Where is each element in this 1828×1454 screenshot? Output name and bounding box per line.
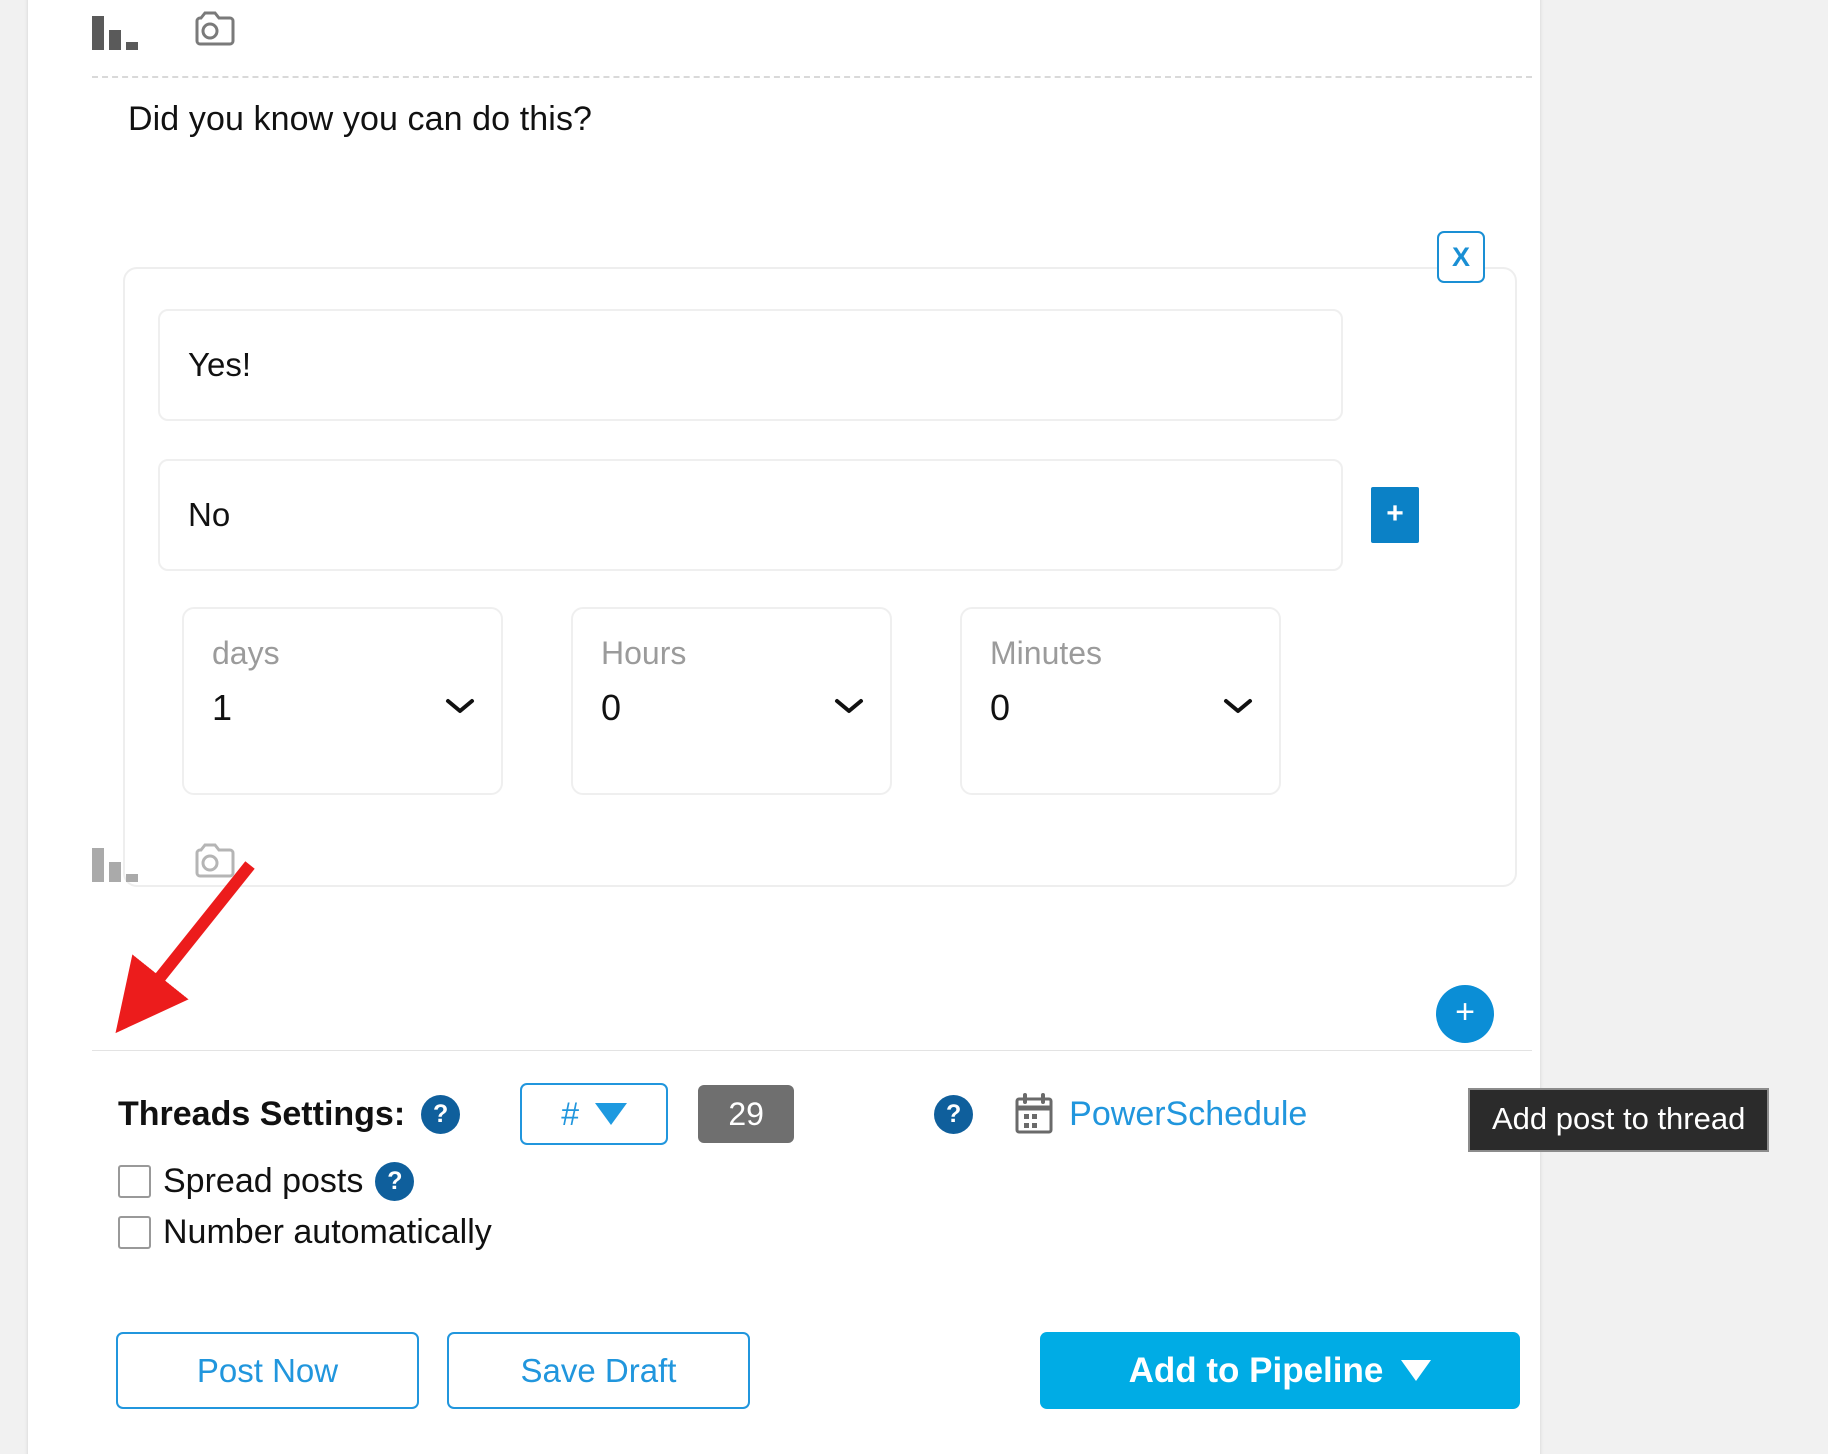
powerschedule-link[interactable]: PowerSchedule bbox=[1069, 1095, 1307, 1134]
chevron-down-icon bbox=[1223, 697, 1253, 715]
spread-posts-help-icon[interactable]: ? bbox=[375, 1162, 415, 1201]
character-count-badge: 29 bbox=[698, 1085, 795, 1143]
poll-duration-hours-label: Hours bbox=[601, 635, 687, 671]
threads-checkbox-group: Spread posts ? Number automatically bbox=[118, 1162, 492, 1264]
number-automatically-row: Number automatically bbox=[118, 1213, 492, 1252]
camera-icon[interactable] bbox=[184, 840, 236, 882]
number-automatically-checkbox[interactable] bbox=[118, 1216, 151, 1249]
poll-bar-chart-icon[interactable] bbox=[92, 840, 140, 882]
tooltip-add-post-to-thread: Add post to thread bbox=[1468, 1088, 1770, 1152]
poll-editor: X Yes! No + days 1 Hours 0 Minutes 0 bbox=[123, 231, 1517, 887]
page-background bbox=[1540, 0, 1828, 1454]
poll-duration-minutes-select[interactable]: Minutes 0 bbox=[960, 607, 1281, 795]
screen-root: Did you know you can do this? X Yes! No … bbox=[0, 0, 1828, 1454]
composer-toolbar-top bbox=[92, 8, 236, 50]
camera-icon[interactable] bbox=[184, 8, 236, 50]
caret-down-icon bbox=[595, 1103, 628, 1125]
spread-posts-row: Spread posts ? bbox=[118, 1162, 492, 1201]
chevron-down-icon bbox=[834, 697, 864, 715]
save-draft-button[interactable]: Save Draft bbox=[447, 1332, 750, 1409]
toolbar-divider bbox=[92, 76, 1532, 78]
powerschedule-help-icon[interactable]: ? bbox=[934, 1094, 974, 1134]
caret-down-icon bbox=[1401, 1360, 1432, 1381]
composer-toolbar-bottom bbox=[92, 840, 236, 882]
number-automatically-label: Number automatically bbox=[163, 1213, 492, 1251]
poll-bar-chart-icon[interactable] bbox=[92, 8, 140, 50]
threads-settings-help-icon[interactable]: ? bbox=[421, 1094, 461, 1134]
settings-divider bbox=[92, 1050, 1532, 1051]
add-to-pipeline-label: Add to Pipeline bbox=[1128, 1350, 1384, 1390]
poll-duration-minutes-label: Minutes bbox=[990, 635, 1103, 671]
remove-poll-button[interactable]: X bbox=[1437, 231, 1485, 283]
add-poll-option-button[interactable]: + bbox=[1371, 487, 1419, 543]
composer-card: Did you know you can do this? X Yes! No … bbox=[28, 0, 1540, 1454]
spread-posts-label: Spread posts bbox=[163, 1162, 364, 1200]
threads-settings-title: Threads Settings: bbox=[118, 1094, 406, 1133]
poll-duration-days-label: days bbox=[212, 635, 280, 671]
poll-option-value-1: Yes! bbox=[188, 346, 252, 383]
composer-actions: Post Now Save Draft bbox=[116, 1332, 750, 1409]
calendar-icon[interactable] bbox=[1013, 1092, 1055, 1136]
hash-label: # bbox=[561, 1095, 580, 1132]
spread-posts-checkbox[interactable] bbox=[118, 1165, 151, 1198]
post-now-button[interactable]: Post Now bbox=[116, 1332, 419, 1409]
poll-duration-hours-value: 0 bbox=[601, 687, 622, 728]
poll-option-input-1[interactable]: Yes! bbox=[158, 309, 1343, 421]
add-to-pipeline-button[interactable]: Add to Pipeline bbox=[1040, 1332, 1520, 1409]
poll-duration-minutes-value: 0 bbox=[990, 687, 1011, 728]
poll-option-input-2[interactable]: No bbox=[158, 459, 1343, 571]
add-post-to-thread-button[interactable]: + bbox=[1436, 985, 1494, 1043]
post-text[interactable]: Did you know you can do this? bbox=[128, 100, 592, 139]
poll-duration-row: days 1 Hours 0 Minutes 0 bbox=[182, 607, 1281, 795]
poll-duration-hours-select[interactable]: Hours 0 bbox=[571, 607, 892, 795]
threads-settings-row: Threads Settings: ? # 29 ? PowerSchedule bbox=[118, 1083, 1307, 1145]
poll-duration-days-value: 1 bbox=[212, 687, 233, 728]
poll-duration-days-select[interactable]: days 1 bbox=[182, 607, 503, 795]
chevron-down-icon bbox=[445, 697, 475, 715]
poll-option-value-2: No bbox=[188, 496, 231, 533]
numbering-format-button[interactable]: # bbox=[520, 1083, 669, 1145]
